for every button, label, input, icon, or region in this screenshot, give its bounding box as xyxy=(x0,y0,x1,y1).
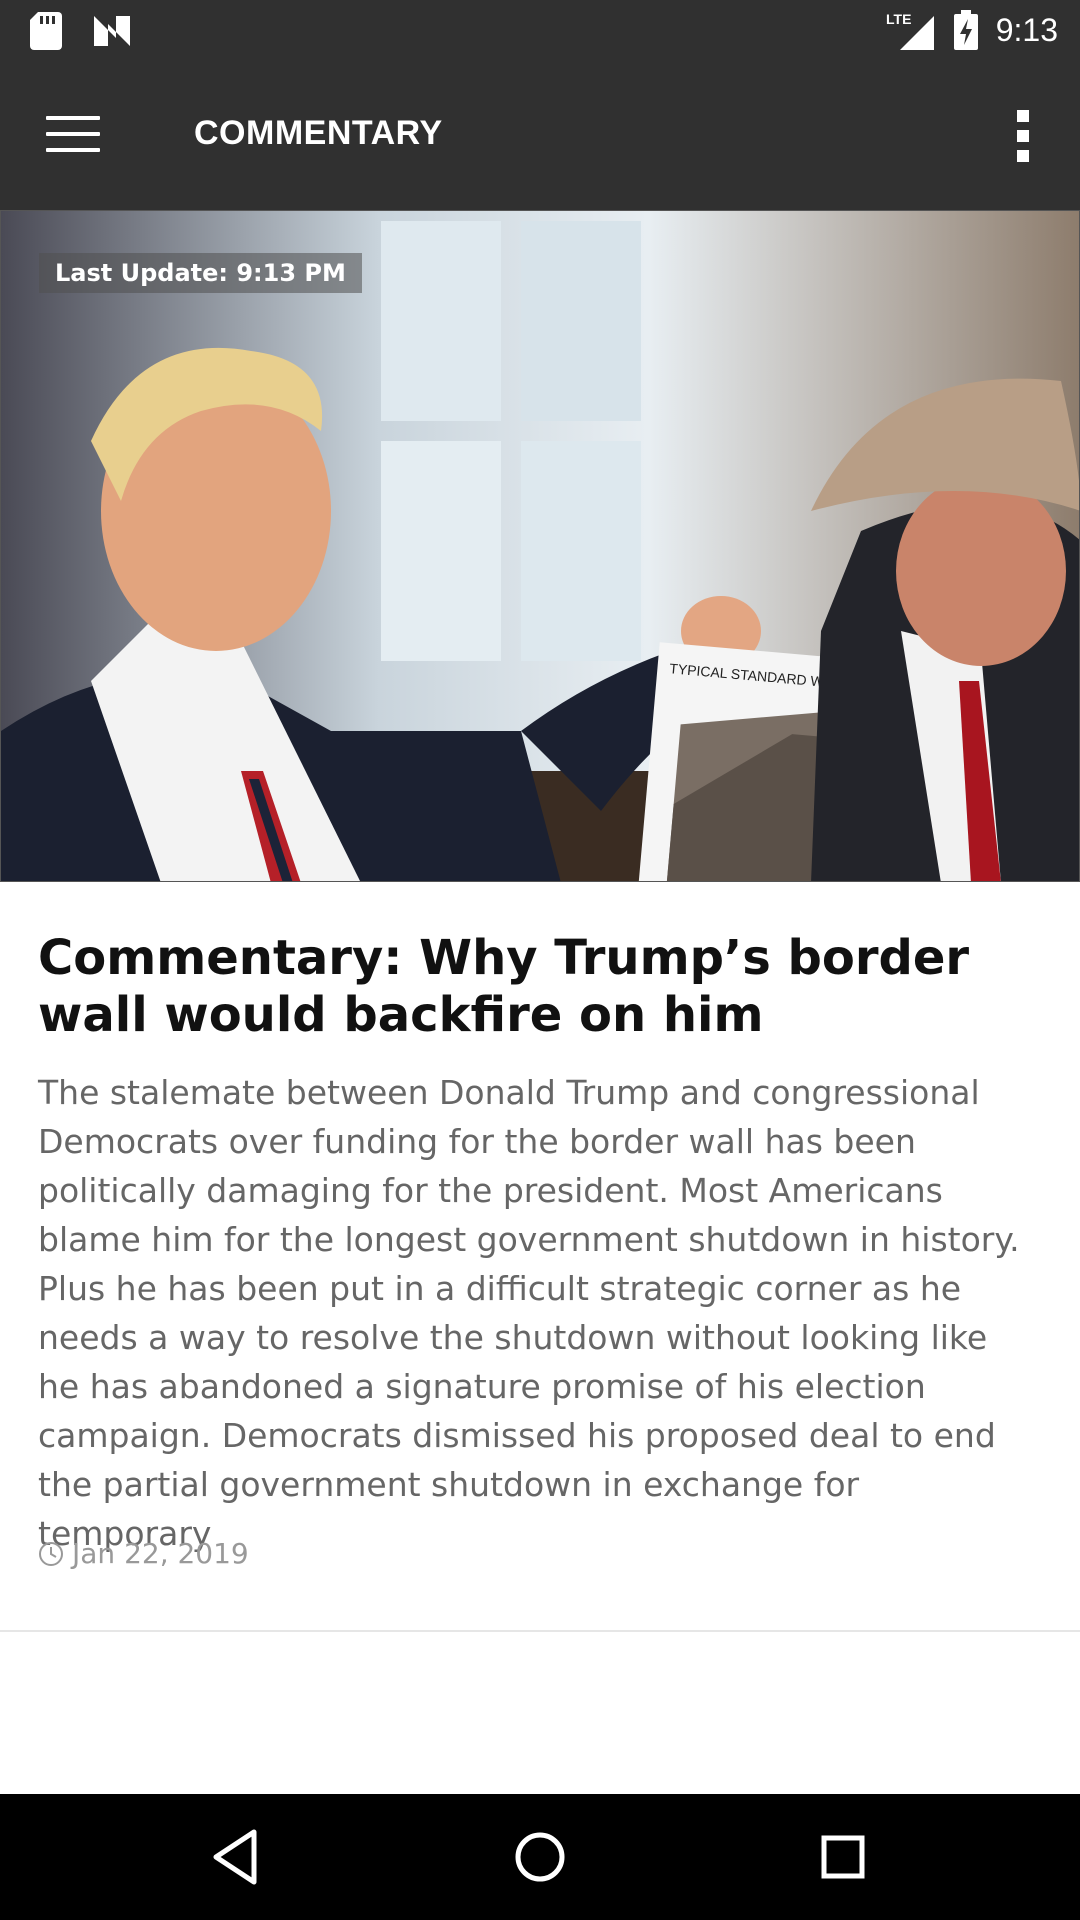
more-vert-icon[interactable] xyxy=(1008,110,1038,166)
clock-icon xyxy=(39,1541,63,1566)
app-bar: COMMENTARY xyxy=(0,62,1080,210)
status-bar: LTE 9:13 xyxy=(0,0,1080,62)
n-notification-icon xyxy=(94,16,130,46)
article-card[interactable]: Commentary: Why Trump’s border wall woul… xyxy=(0,882,1080,1632)
battery-charging-icon xyxy=(953,10,978,50)
article-summary: The stalemate between Donald Trump and c… xyxy=(38,1073,1020,1553)
status-time: 9:13 xyxy=(995,11,1058,48)
article-hero-image[interactable]: TYPICAL STANDARD WALL DESIGN Last Update… xyxy=(0,210,1080,882)
svg-text:LTE: LTE xyxy=(886,11,911,27)
article-headline[interactable]: Commentary: Why Trump’s border wall woul… xyxy=(38,930,1038,1044)
article-date: Jan 22, 2019 xyxy=(72,1537,249,1570)
system-nav-bar xyxy=(0,1794,1080,1920)
sd-card-icon xyxy=(30,12,62,50)
article-date-row: Jan 22, 2019 xyxy=(38,1537,249,1570)
last-update-label: Last Update: 9:13 PM xyxy=(39,253,362,293)
hamburger-menu-icon[interactable] xyxy=(46,116,100,156)
hero-photo: TYPICAL STANDARD WALL DESIGN xyxy=(1,211,1079,881)
recents-icon[interactable] xyxy=(810,1824,876,1890)
app-title: COMMENTARY xyxy=(194,114,443,152)
signal-icon: LTE xyxy=(886,11,934,50)
back-icon[interactable] xyxy=(204,1824,270,1890)
card-divider xyxy=(0,1630,1080,1632)
home-icon[interactable] xyxy=(507,1824,573,1890)
